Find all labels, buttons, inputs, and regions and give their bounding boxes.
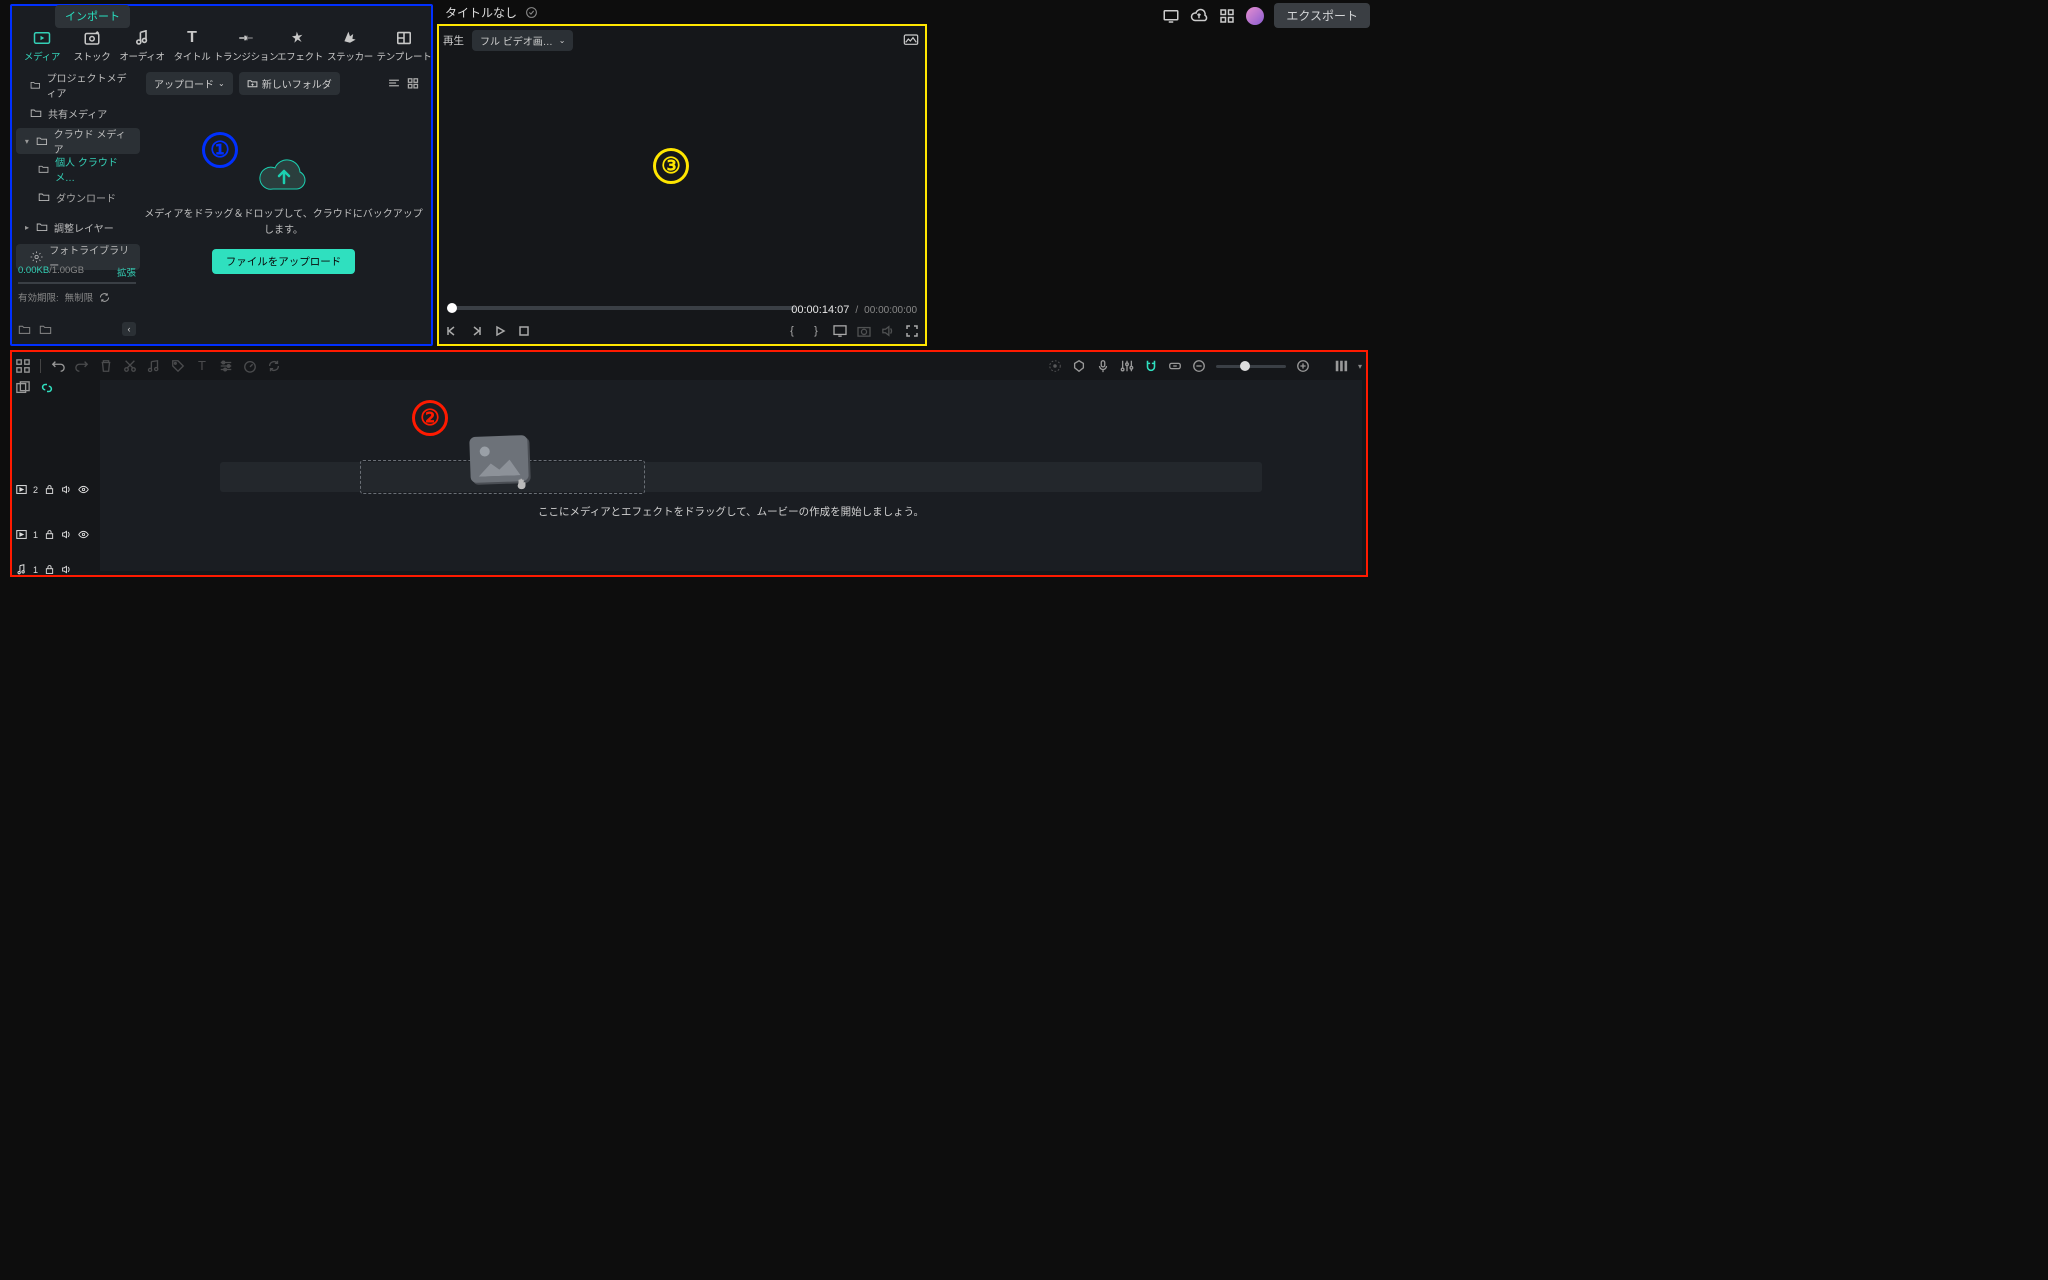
zoom-slider[interactable]: [1216, 365, 1286, 368]
video-track-icon: [16, 484, 27, 495]
magnet-icon[interactable]: [1144, 359, 1158, 373]
snapshot-icon[interactable]: [903, 32, 919, 46]
visibility-icon[interactable]: [78, 484, 89, 495]
preview-duration: 00:00:00:00: [864, 305, 917, 316]
zoom-out-icon[interactable]: [1192, 359, 1206, 373]
next-frame-button[interactable]: [469, 324, 483, 338]
marker-icon[interactable]: [1072, 359, 1086, 373]
avatar[interactable]: [1246, 7, 1264, 25]
grid-icon[interactable]: [1218, 7, 1236, 25]
callout-1: ①: [202, 132, 238, 168]
mute-icon[interactable]: [61, 529, 72, 540]
loop-icon[interactable]: [267, 359, 281, 373]
link-icon[interactable]: [1168, 359, 1182, 373]
tab-stock[interactable]: ストック: [68, 28, 116, 70]
tab-audio[interactable]: オーディオ: [118, 28, 166, 70]
tree-download[interactable]: ダウンロード: [16, 184, 140, 210]
new-folder-button[interactable]: 新しいフォルダ: [239, 72, 340, 95]
prev-frame-button[interactable]: [445, 324, 459, 338]
track-video-2[interactable]: 2: [16, 484, 89, 495]
text-tool-icon[interactable]: T: [195, 359, 209, 373]
mic-icon[interactable]: [1096, 359, 1110, 373]
mute-icon[interactable]: [61, 564, 72, 575]
folder-icon[interactable]: [39, 324, 52, 335]
grab-cursor-icon: [515, 476, 529, 490]
track-options-icon[interactable]: [1334, 359, 1348, 373]
refresh-icon[interactable]: [99, 292, 110, 303]
callout-2: ②: [412, 400, 448, 436]
view-grid-icon[interactable]: [407, 76, 421, 90]
display-icon[interactable]: [833, 324, 847, 338]
zoom-in-icon[interactable]: [1296, 359, 1310, 373]
folder-add-icon[interactable]: [18, 324, 31, 335]
tree-project-media[interactable]: プロジェクトメディア: [16, 72, 140, 98]
tab-media[interactable]: メディア: [18, 28, 66, 70]
volume-icon[interactable]: [881, 324, 895, 338]
export-button[interactable]: エクスポート: [1274, 3, 1370, 28]
track-audio-1[interactable]: 1: [16, 564, 72, 575]
preview-panel: 再生 フル ビデオ画…⌄ 00:00:14:07 / 00:00:00:00 {…: [437, 24, 927, 346]
lock-icon[interactable]: [44, 484, 55, 495]
mixer-icon[interactable]: [1120, 359, 1134, 373]
tab-transition[interactable]: トランジション: [218, 28, 274, 70]
tab-sticker[interactable]: ステッカー: [326, 28, 374, 70]
preview-mode-dropdown[interactable]: フル ビデオ画…⌄: [472, 30, 573, 51]
tag-icon[interactable]: [171, 359, 185, 373]
tree-shared-media[interactable]: 共有メディア: [16, 100, 140, 126]
tree-adjustment-layer[interactable]: ▸ 調整レイヤー: [16, 214, 140, 240]
adjust-icon[interactable]: [219, 359, 233, 373]
media-panel: インポート メディア ストック オーディオ T タイトル トランジション エフェ…: [10, 4, 433, 346]
tab-effect[interactable]: エフェクト: [276, 28, 324, 70]
upload-dropdown[interactable]: アップロード⌄: [146, 72, 233, 95]
audio-track-icon: [16, 564, 27, 575]
mark-in-icon[interactable]: {: [785, 324, 799, 338]
preview-play-label: 再生: [443, 33, 464, 48]
sort-icon[interactable]: [387, 76, 401, 90]
camera-icon[interactable]: [857, 324, 871, 338]
mark-out-icon[interactable]: }: [809, 324, 823, 338]
play-button[interactable]: [493, 324, 507, 338]
tab-template[interactable]: テンプレート: [376, 28, 432, 70]
tab-title[interactable]: T タイトル: [168, 28, 216, 70]
visibility-icon[interactable]: [78, 529, 89, 540]
undo-icon[interactable]: [51, 359, 65, 373]
track-video-1[interactable]: 1: [16, 529, 89, 540]
preview-scrubber[interactable]: [447, 306, 795, 310]
timeline-hint: ここにメディアとエフェクトをドラッグして、ムービーの作成を開始しましょう。: [100, 504, 1362, 519]
tree-personal-cloud[interactable]: 個人 クラウド メ…: [16, 156, 140, 182]
callout-3: ③: [653, 148, 689, 184]
check-circle-icon: [525, 6, 538, 19]
redo-icon[interactable]: [75, 359, 89, 373]
collapse-sidebar-button[interactable]: ‹: [122, 322, 136, 336]
storage-info: 0.00KB/1.00GB拡張 有効期限:無制限: [18, 265, 136, 304]
video-track-icon: [16, 529, 27, 540]
upload-file-button[interactable]: ファイルをアップロード: [212, 249, 356, 274]
lock-icon[interactable]: [44, 564, 55, 575]
timeline-area[interactable]: ここにメディアとエフェクトをドラッグして、ムービーの作成を開始しましょう。: [100, 380, 1362, 571]
stop-button[interactable]: [517, 324, 531, 338]
storage-expand-link[interactable]: 拡張: [117, 265, 136, 279]
cut-icon[interactable]: [123, 359, 137, 373]
music-icon[interactable]: [147, 359, 161, 373]
preview-current-time: 00:00:14:07: [791, 304, 849, 316]
speed-icon[interactable]: [243, 359, 257, 373]
tree-cloud-media[interactable]: ▾ クラウド メディア: [16, 128, 140, 154]
timeline-panel: T ▾ 2 1: [10, 350, 1368, 577]
lock-icon[interactable]: [44, 529, 55, 540]
cloud-upload-icon[interactable]: [1190, 7, 1208, 25]
auto-icon[interactable]: [1048, 359, 1062, 373]
cloud-icon: [259, 153, 309, 197]
delete-icon[interactable]: [99, 359, 113, 373]
import-button[interactable]: インポート: [55, 5, 130, 28]
dropzone-message: メディアをドラッグ＆ドロップして、クラウドにバックアップします。: [140, 207, 427, 239]
fullscreen-icon[interactable]: [905, 324, 919, 338]
monitor-icon[interactable]: [1162, 7, 1180, 25]
mute-icon[interactable]: [61, 484, 72, 495]
layout-icon[interactable]: [16, 359, 30, 373]
project-title: タイトルなし: [445, 4, 538, 21]
